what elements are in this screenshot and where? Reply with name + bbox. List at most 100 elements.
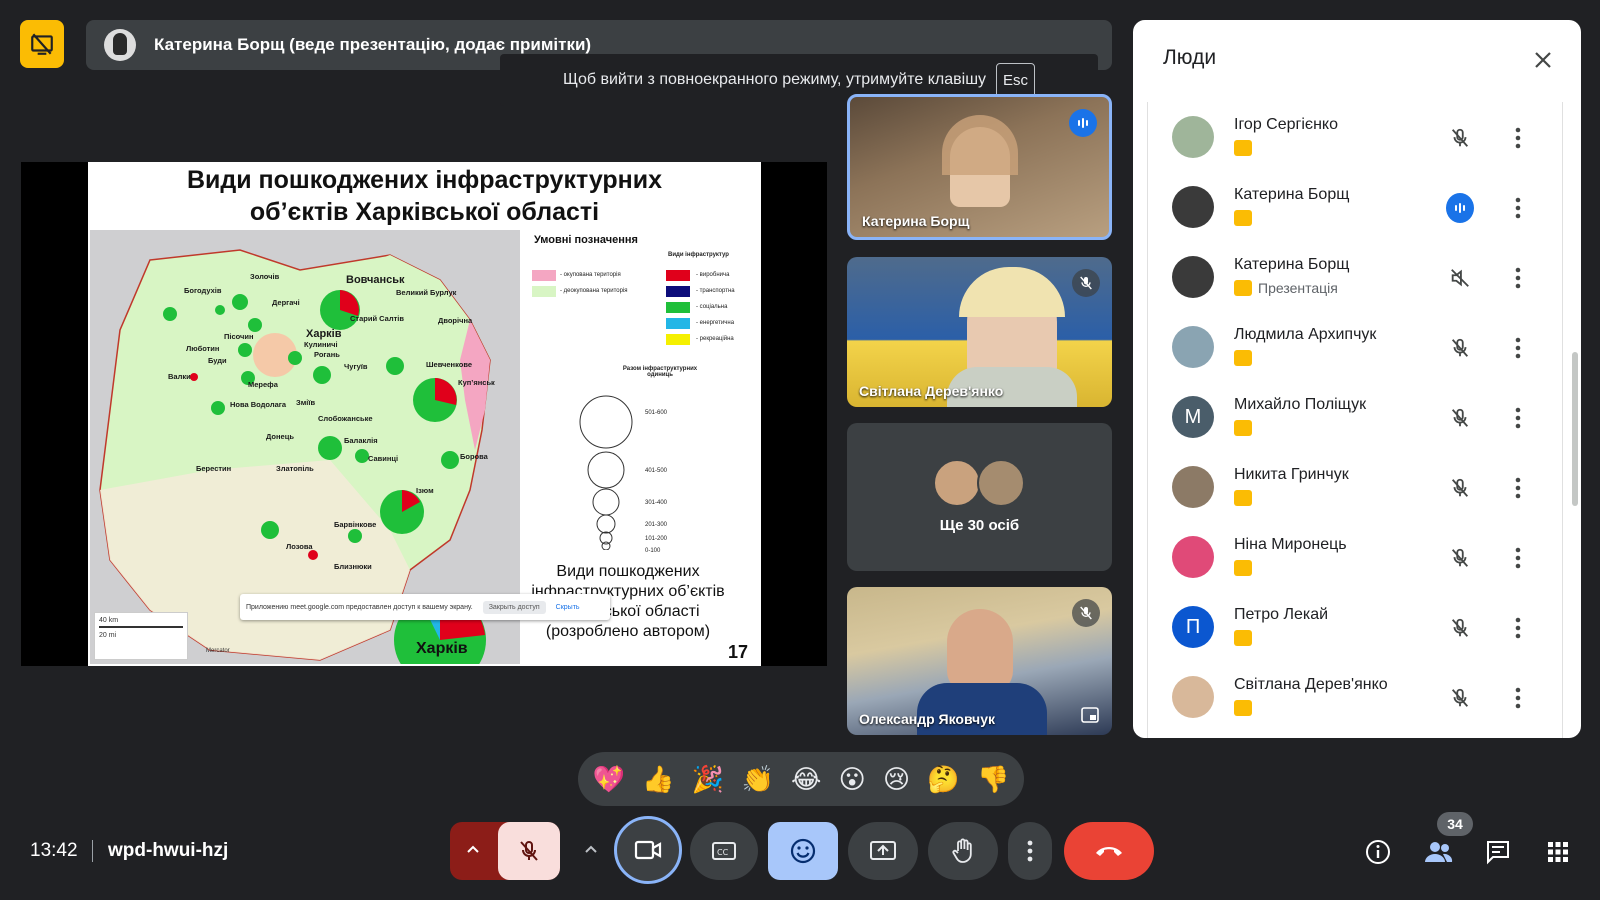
more-vertical-icon xyxy=(1515,687,1521,709)
meeting-clock: 13:42 xyxy=(30,840,78,861)
participant-tile[interactable]: Світлана Дерев'янко xyxy=(847,257,1112,407)
info-icon xyxy=(1366,840,1390,864)
presenter-label: Катерина Борщ (веде презентацію, додає п… xyxy=(154,35,592,54)
raise-hand-button[interactable] xyxy=(928,822,998,880)
reactions-button[interactable] xyxy=(768,822,838,880)
participant-row[interactable]: Катерина Борщ Презентація xyxy=(1148,242,1564,312)
speaking-indicator-icon[interactable] xyxy=(1446,193,1474,223)
map-place-label: Великий Бурлук xyxy=(396,288,457,297)
hand-icon xyxy=(952,838,972,863)
video-options-button[interactable] xyxy=(572,816,682,884)
close-icon xyxy=(1535,52,1551,68)
more-vertical-icon xyxy=(1515,267,1521,289)
city-label: Харків xyxy=(416,640,468,657)
participant-name: Олександр Яковчук xyxy=(859,711,995,727)
close-panel-button[interactable] xyxy=(1529,46,1557,74)
participant-menu-button[interactable] xyxy=(1508,544,1528,572)
presentation-slide: Види пошкоджених інфраструктурних об’єкт… xyxy=(88,162,761,666)
reaction-surprised-icon[interactable]: 😮 xyxy=(839,766,866,792)
legend-deoccupied-swatch xyxy=(532,286,556,297)
participant-name: Ігор Сергієнко xyxy=(1234,116,1338,133)
participant-menu-button[interactable] xyxy=(1508,614,1528,642)
participant-row[interactable]: Ігор Сергієнко xyxy=(1148,102,1564,172)
map-place-label: Рогань xyxy=(314,350,340,359)
reaction-thinking-icon[interactable]: 🤔 xyxy=(927,766,959,792)
mic-off-icon[interactable] xyxy=(1446,474,1474,502)
presentation-off-icon xyxy=(1234,140,1252,156)
participant-menu-button[interactable] xyxy=(1508,194,1528,222)
map-place-label: Старий Салтів xyxy=(350,314,404,323)
participant-name: Людмила Архипчук xyxy=(1234,326,1377,343)
participant-tile[interactable]: Олександр Яковчук xyxy=(847,587,1112,735)
slide-title: Види пошкоджених інфраструктурних об’єкт… xyxy=(186,166,663,226)
present-screen-button[interactable] xyxy=(848,822,918,880)
map-place-label: Нова Водолага xyxy=(230,400,287,409)
map-place-label: Донець xyxy=(266,432,294,441)
people-button[interactable] xyxy=(1422,836,1454,868)
participant-row[interactable]: Никита Гринчук xyxy=(1148,452,1564,522)
presentation-off-icon xyxy=(1234,210,1252,226)
volume-off-icon[interactable] xyxy=(1446,264,1474,292)
map-place-label: Харків xyxy=(306,328,342,340)
participant-menu-button[interactable] xyxy=(1508,404,1528,432)
mic-off-icon[interactable] xyxy=(1446,124,1474,152)
leave-call-button[interactable] xyxy=(1064,822,1154,880)
participant-menu-button[interactable] xyxy=(1508,264,1528,292)
reaction-thumbs-up-icon[interactable]: 👍 xyxy=(642,766,674,792)
participant-menu-button[interactable] xyxy=(1508,124,1528,152)
presentation-off-icon xyxy=(1234,630,1252,646)
hide-notice-link[interactable]: Скрыть xyxy=(556,604,580,611)
mic-off-icon[interactable] xyxy=(1446,544,1474,572)
more-vertical-icon xyxy=(1515,547,1521,569)
reaction-party-icon[interactable]: 🎉 xyxy=(692,766,724,792)
chat-button[interactable] xyxy=(1482,836,1514,868)
more-vertical-icon xyxy=(1515,127,1521,149)
esc-key-hint: Esc xyxy=(996,62,1036,98)
participant-tile[interactable]: Катерина Борщ xyxy=(847,94,1112,240)
audio-options-button[interactable] xyxy=(450,822,560,880)
map-place-label: Люботин xyxy=(186,344,220,353)
captions-button[interactable]: CC xyxy=(690,822,758,880)
participant-row[interactable]: Світлана Дерев'янко xyxy=(1148,662,1564,732)
reaction-clap-icon[interactable]: 👏 xyxy=(741,766,773,792)
participant-row[interactable]: Катерина Борщ xyxy=(1148,172,1564,242)
participant-menu-button[interactable] xyxy=(1508,474,1528,502)
avatar: М xyxy=(1172,396,1214,438)
reaction-laugh-icon[interactable]: 😂 xyxy=(791,766,821,792)
map-place-label: Чугуїв xyxy=(344,362,368,371)
pip-icon[interactable] xyxy=(1078,705,1102,725)
reaction-sad-icon[interactable]: 😢 xyxy=(883,766,910,792)
camera-icon xyxy=(634,840,662,860)
stop-sharing-button[interactable]: Закрыть доступ xyxy=(482,600,546,614)
participant-row[interactable]: П Петро Лекай xyxy=(1148,592,1564,662)
presentation-off-icon xyxy=(1234,280,1252,296)
mic-off-icon[interactable] xyxy=(1446,684,1474,712)
more-options-button[interactable] xyxy=(1008,822,1052,880)
activities-button[interactable] xyxy=(1542,836,1574,868)
camera-toggle-button[interactable] xyxy=(614,816,682,884)
participant-name: Катерина Борщ xyxy=(862,213,970,229)
map-place-label: Близнюки xyxy=(334,562,372,571)
participant-count-badge: 34 xyxy=(1437,812,1473,836)
reaction-heart-icon[interactable]: 💖 xyxy=(593,766,625,792)
meeting-details-button[interactable] xyxy=(1362,836,1394,868)
microphone-toggle-button[interactable] xyxy=(498,822,560,880)
more-participants-tile[interactable]: Ще 30 осіб xyxy=(847,423,1112,571)
legend-occupied-swatch xyxy=(532,270,556,281)
participant-menu-button[interactable] xyxy=(1508,334,1528,362)
people-list-scrollbar[interactable] xyxy=(1572,352,1578,506)
avatar xyxy=(1172,466,1214,508)
people-panel: Люди Ігор Сергієнко Катерина Борщ Катерина… xyxy=(1133,20,1581,738)
mic-off-icon[interactable] xyxy=(1446,404,1474,432)
participant-menu-button[interactable] xyxy=(1508,684,1528,712)
reaction-thumbs-down-icon[interactable]: 👎 xyxy=(977,766,1009,792)
participant-row[interactable]: М Михайло Поліщук xyxy=(1148,382,1564,452)
mic-off-icon[interactable] xyxy=(1446,614,1474,642)
smiley-icon xyxy=(790,838,816,864)
captions-icon: CC xyxy=(712,842,736,860)
mic-off-icon[interactable] xyxy=(1446,334,1474,362)
participant-row[interactable]: Ніна Миронець xyxy=(1148,522,1564,592)
mic-off-icon xyxy=(520,841,538,861)
presentation-status-badge[interactable] xyxy=(20,20,64,68)
participant-row[interactable]: Людмила Архипчук xyxy=(1148,312,1564,382)
